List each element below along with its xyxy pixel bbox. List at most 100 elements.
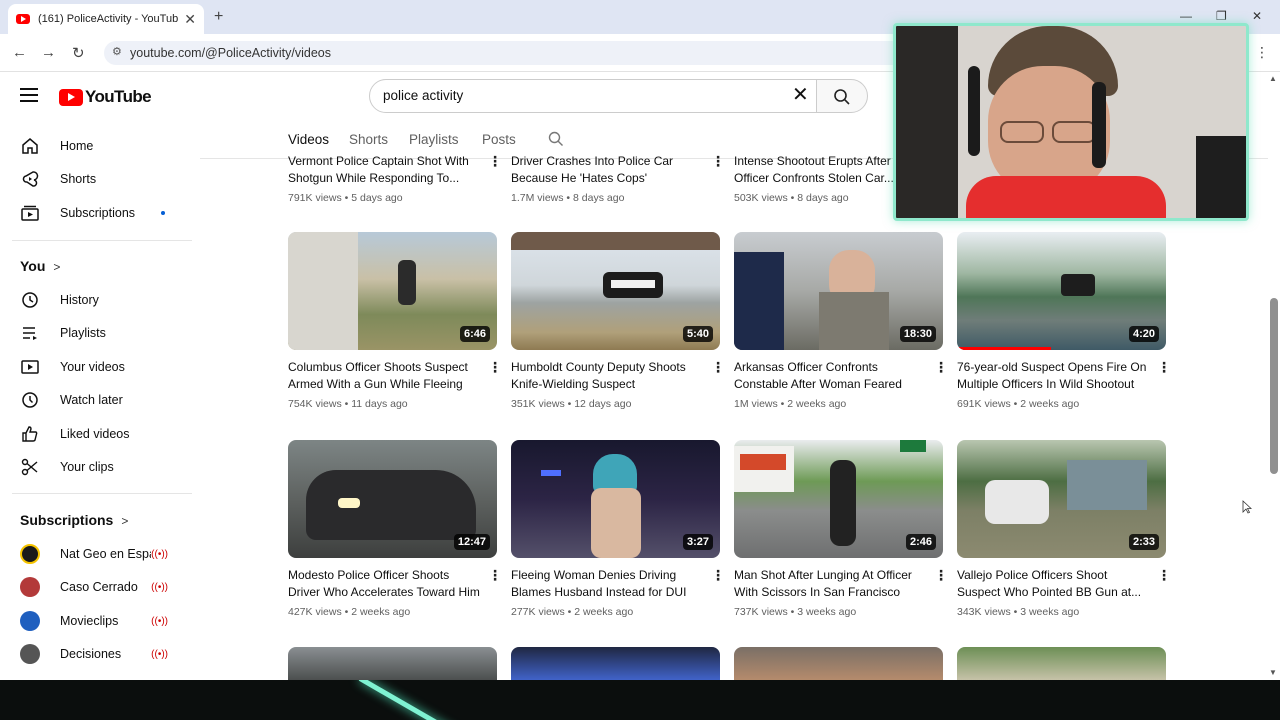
view-count: 737K views bbox=[734, 606, 788, 618]
sidebar-item-subscriptions[interactable]: Subscriptions bbox=[12, 195, 182, 231]
more-actions-icon[interactable]: ⋮ bbox=[1157, 360, 1171, 374]
scrollbar-thumb[interactable] bbox=[1270, 298, 1278, 474]
video-title[interactable]: Humboldt County Deputy Shoots Knife-Wiel… bbox=[511, 359, 703, 393]
back-icon[interactable]: ← bbox=[12, 44, 27, 61]
video-title[interactable]: Modesto Police Officer Shoots Driver Who… bbox=[288, 567, 480, 601]
search-input[interactable]: police activity bbox=[369, 79, 817, 113]
your-videos-icon bbox=[21, 360, 39, 374]
video-thumbnail[interactable]: 2:46 bbox=[734, 440, 943, 558]
sidebar-item-label: Watch later bbox=[60, 393, 123, 407]
sidebar-channel[interactable]: Decisiones ((•)) bbox=[12, 636, 182, 672]
video-thumbnail[interactable] bbox=[288, 647, 497, 680]
video-title[interactable]: Vallejo Police Officers Shoot Suspect Wh… bbox=[957, 567, 1149, 601]
watch-later-icon bbox=[22, 392, 38, 408]
minimize-icon[interactable]: — bbox=[1180, 9, 1192, 23]
more-actions-icon[interactable]: ⋮ bbox=[711, 360, 725, 374]
video-thumbnail[interactable] bbox=[511, 647, 720, 680]
tab-shorts[interactable]: Shorts bbox=[349, 132, 388, 147]
scroll-down-icon[interactable]: ▼ bbox=[1269, 668, 1277, 677]
upload-age: 2 weeks ago bbox=[574, 606, 634, 618]
video-title[interactable]: 76-year-old Suspect Opens Fire On Multip… bbox=[957, 359, 1149, 393]
more-actions-icon[interactable]: ⋮ bbox=[934, 568, 948, 582]
video-meta: 1.7M views • 8 days ago bbox=[511, 192, 625, 204]
clear-search-icon[interactable]: ✕ bbox=[792, 85, 809, 105]
video-thumbnail[interactable]: 12:47 bbox=[288, 440, 497, 558]
channel-search-icon[interactable] bbox=[548, 131, 564, 147]
video-meta: 351K views • 12 days ago bbox=[511, 398, 632, 410]
more-actions-icon[interactable]: ⋮ bbox=[711, 154, 725, 168]
you-heading[interactable]: You > bbox=[20, 258, 60, 274]
restore-icon[interactable]: ❐ bbox=[1216, 9, 1227, 23]
video-title[interactable]: Man Shot After Lunging At Officer With S… bbox=[734, 567, 926, 601]
new-tab-icon[interactable]: + bbox=[214, 8, 223, 26]
playlists-icon bbox=[23, 327, 37, 340]
video-thumbnail[interactable]: 18:30 bbox=[734, 232, 943, 350]
sidebar-item-shorts[interactable]: Shorts bbox=[12, 161, 182, 197]
more-actions-icon[interactable]: ⋮ bbox=[488, 154, 502, 168]
sidebar-channel[interactable]: Caso Cerrado ((•)) bbox=[12, 569, 182, 605]
video-duration: 5:40 bbox=[682, 326, 713, 342]
webcam-background-dark bbox=[896, 26, 958, 218]
video-thumbnail[interactable]: 6:46 bbox=[288, 232, 497, 350]
subscriptions-heading[interactable]: Subscriptions > bbox=[20, 512, 128, 528]
youtube-logo[interactable]: YouTube bbox=[59, 86, 152, 108]
sidebar-item-label: History bbox=[60, 293, 99, 307]
tab-videos[interactable]: Videos bbox=[288, 132, 329, 147]
more-actions-icon[interactable]: ⋮ bbox=[711, 568, 725, 582]
video-title[interactable]: Vermont Police Captain Shot With Shotgun… bbox=[288, 153, 480, 187]
more-actions-icon[interactable]: ⋮ bbox=[488, 568, 502, 582]
thumb-person bbox=[591, 488, 641, 558]
sidebar-item-history[interactable]: History bbox=[12, 282, 182, 318]
browser-tab[interactable]: (161) PoliceActivity - YouTube ✕ bbox=[8, 4, 204, 34]
sidebar-item-liked-videos[interactable]: Liked videos bbox=[12, 416, 182, 452]
video-thumbnail[interactable] bbox=[957, 647, 1166, 680]
close-window-icon[interactable]: ✕ bbox=[1252, 9, 1262, 23]
view-count: 1.7M views bbox=[511, 192, 564, 204]
video-title[interactable]: Driver Crashes Into Police Car Because H… bbox=[511, 153, 703, 187]
video-duration: 3:27 bbox=[682, 534, 713, 550]
menu-icon[interactable] bbox=[20, 88, 38, 102]
video-duration: 2:33 bbox=[1128, 534, 1159, 550]
more-actions-icon[interactable]: ⋮ bbox=[934, 360, 948, 374]
reload-icon[interactable]: ↻ bbox=[72, 44, 85, 62]
sidebar-channel[interactable]: Nat Geo en Espa... ((•)) bbox=[12, 536, 182, 572]
address-bar[interactable]: ⚙ youtube.com/@PoliceActivity/videos bbox=[104, 41, 904, 65]
video-thumbnail[interactable]: 4:20 bbox=[957, 232, 1166, 350]
view-count: 277K views bbox=[511, 606, 565, 618]
sidebar-item-label: Your videos bbox=[60, 360, 125, 374]
webcam-shirt bbox=[966, 176, 1166, 218]
upload-age: 5 days ago bbox=[351, 192, 403, 204]
more-actions-icon[interactable]: ⋮ bbox=[1157, 568, 1171, 582]
tab-playlists[interactable]: Playlists bbox=[409, 132, 459, 147]
video-thumbnail[interactable]: 3:27 bbox=[511, 440, 720, 558]
sidebar-item-home[interactable]: Home bbox=[12, 128, 182, 164]
view-count: 754K views bbox=[288, 398, 342, 410]
sidebar-item-playlists[interactable]: Playlists bbox=[12, 315, 182, 351]
video-title[interactable]: Fleeing Woman Denies Driving Blames Husb… bbox=[511, 567, 703, 601]
sidebar-divider bbox=[12, 240, 192, 241]
sidebar-item-your-videos[interactable]: Your videos bbox=[12, 349, 182, 385]
video-thumbnail[interactable] bbox=[734, 647, 943, 680]
view-count: 343K views bbox=[957, 606, 1011, 618]
browser-menu-icon[interactable]: ⋮ bbox=[1255, 44, 1269, 61]
forward-icon[interactable]: → bbox=[41, 44, 56, 61]
sidebar-item-your-clips[interactable]: Your clips bbox=[12, 449, 182, 485]
sidebar-channel[interactable]: Movieclips ((•)) bbox=[12, 603, 182, 639]
upload-age: 3 weeks ago bbox=[797, 606, 857, 618]
chevron-right-icon: > bbox=[53, 260, 61, 274]
scroll-up-icon[interactable]: ▲ bbox=[1269, 74, 1277, 83]
video-title[interactable]: Arkansas Officer Confronts Constable Aft… bbox=[734, 359, 926, 393]
video-title[interactable]: Columbus Officer Shoots Suspect Armed Wi… bbox=[288, 359, 480, 393]
video-thumbnail[interactable]: 2:33 bbox=[957, 440, 1166, 558]
home-icon bbox=[22, 138, 38, 154]
close-tab-icon[interactable]: ✕ bbox=[184, 11, 196, 28]
video-meta: 691K views • 2 weeks ago bbox=[957, 398, 1080, 410]
thumbs-up-icon bbox=[22, 426, 38, 442]
more-actions-icon[interactable]: ⋮ bbox=[488, 360, 502, 374]
search-button[interactable] bbox=[816, 79, 868, 113]
site-info-icon[interactable]: ⚙ bbox=[112, 45, 122, 58]
sidebar-item-watch-later[interactable]: Watch later bbox=[12, 382, 182, 418]
thumb-figure bbox=[398, 260, 416, 305]
tab-posts[interactable]: Posts bbox=[482, 132, 516, 147]
video-thumbnail[interactable]: 5:40 bbox=[511, 232, 720, 350]
